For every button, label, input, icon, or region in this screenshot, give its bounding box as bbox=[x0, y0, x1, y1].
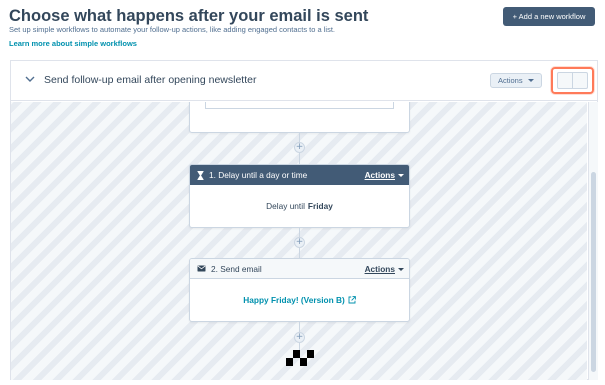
previous-step-preview bbox=[205, 102, 394, 109]
caret-down-icon bbox=[528, 79, 534, 82]
send-email-step-title: 2. Send email bbox=[211, 263, 262, 274]
workflow-toggle[interactable] bbox=[557, 72, 588, 89]
page-subtitle: Set up simple workflows to automate your… bbox=[9, 25, 336, 34]
toggle-highlight bbox=[551, 67, 594, 94]
page-title: Choose what happens after your email is … bbox=[9, 7, 369, 25]
workflow-header: Send follow-up email after opening newsl… bbox=[11, 61, 597, 101]
workflow-panel: Send follow-up email after opening newsl… bbox=[10, 60, 598, 380]
add-step-button[interactable]: + bbox=[294, 142, 305, 153]
send-email-step-body: Happy Friday! (Version B) bbox=[190, 279, 409, 321]
canvas-scrollbar[interactable] bbox=[588, 102, 598, 380]
envelope-icon bbox=[197, 265, 206, 272]
learn-more-link[interactable]: Learn more about simple workflows bbox=[9, 39, 137, 48]
scrollbar-thumb[interactable] bbox=[591, 172, 596, 372]
delay-value: Friday bbox=[307, 201, 333, 211]
chevron-down-icon[interactable] bbox=[25, 74, 35, 84]
connector-line bbox=[299, 248, 300, 258]
send-email-step-actions[interactable]: Actions bbox=[365, 264, 395, 274]
connector-line bbox=[299, 343, 300, 350]
workflow-canvas: + 1. Delay until a day or time Actions D… bbox=[11, 102, 587, 380]
caret-down-icon bbox=[398, 268, 404, 271]
send-email-step-header: 2. Send email Actions bbox=[190, 259, 409, 279]
send-email-step-card[interactable]: 2. Send email Actions Happy Friday! (Ver… bbox=[189, 258, 410, 322]
email-link[interactable]: Happy Friday! (Version B) bbox=[243, 295, 344, 305]
add-workflow-button[interactable]: + Add a new workflow bbox=[503, 7, 595, 26]
caret-down-icon bbox=[398, 174, 404, 177]
delay-step-header: 1. Delay until a day or time Actions bbox=[190, 165, 409, 185]
delay-step-title: 1. Delay until a day or time bbox=[209, 170, 308, 180]
workflow-title: Send follow-up email after opening newsl… bbox=[44, 74, 257, 86]
external-link-icon[interactable] bbox=[348, 296, 356, 304]
hourglass-icon bbox=[197, 170, 204, 180]
workflow-actions-label: Actions bbox=[498, 76, 523, 85]
add-step-button[interactable]: + bbox=[294, 332, 305, 343]
delay-step-card[interactable]: 1. Delay until a day or time Actions Del… bbox=[189, 164, 410, 228]
add-step-button[interactable]: + bbox=[294, 237, 305, 248]
previous-step-card[interactable] bbox=[189, 102, 410, 133]
workflow-actions-dropdown[interactable]: Actions bbox=[490, 73, 542, 88]
finish-flag-icon bbox=[286, 350, 314, 366]
connector-line bbox=[299, 322, 300, 332]
delay-step-body: Delay until Friday bbox=[190, 185, 409, 227]
connector-line bbox=[299, 227, 300, 237]
connector-line bbox=[299, 153, 300, 164]
delay-prefix: Delay until bbox=[266, 201, 305, 211]
delay-step-actions[interactable]: Actions bbox=[365, 170, 395, 180]
